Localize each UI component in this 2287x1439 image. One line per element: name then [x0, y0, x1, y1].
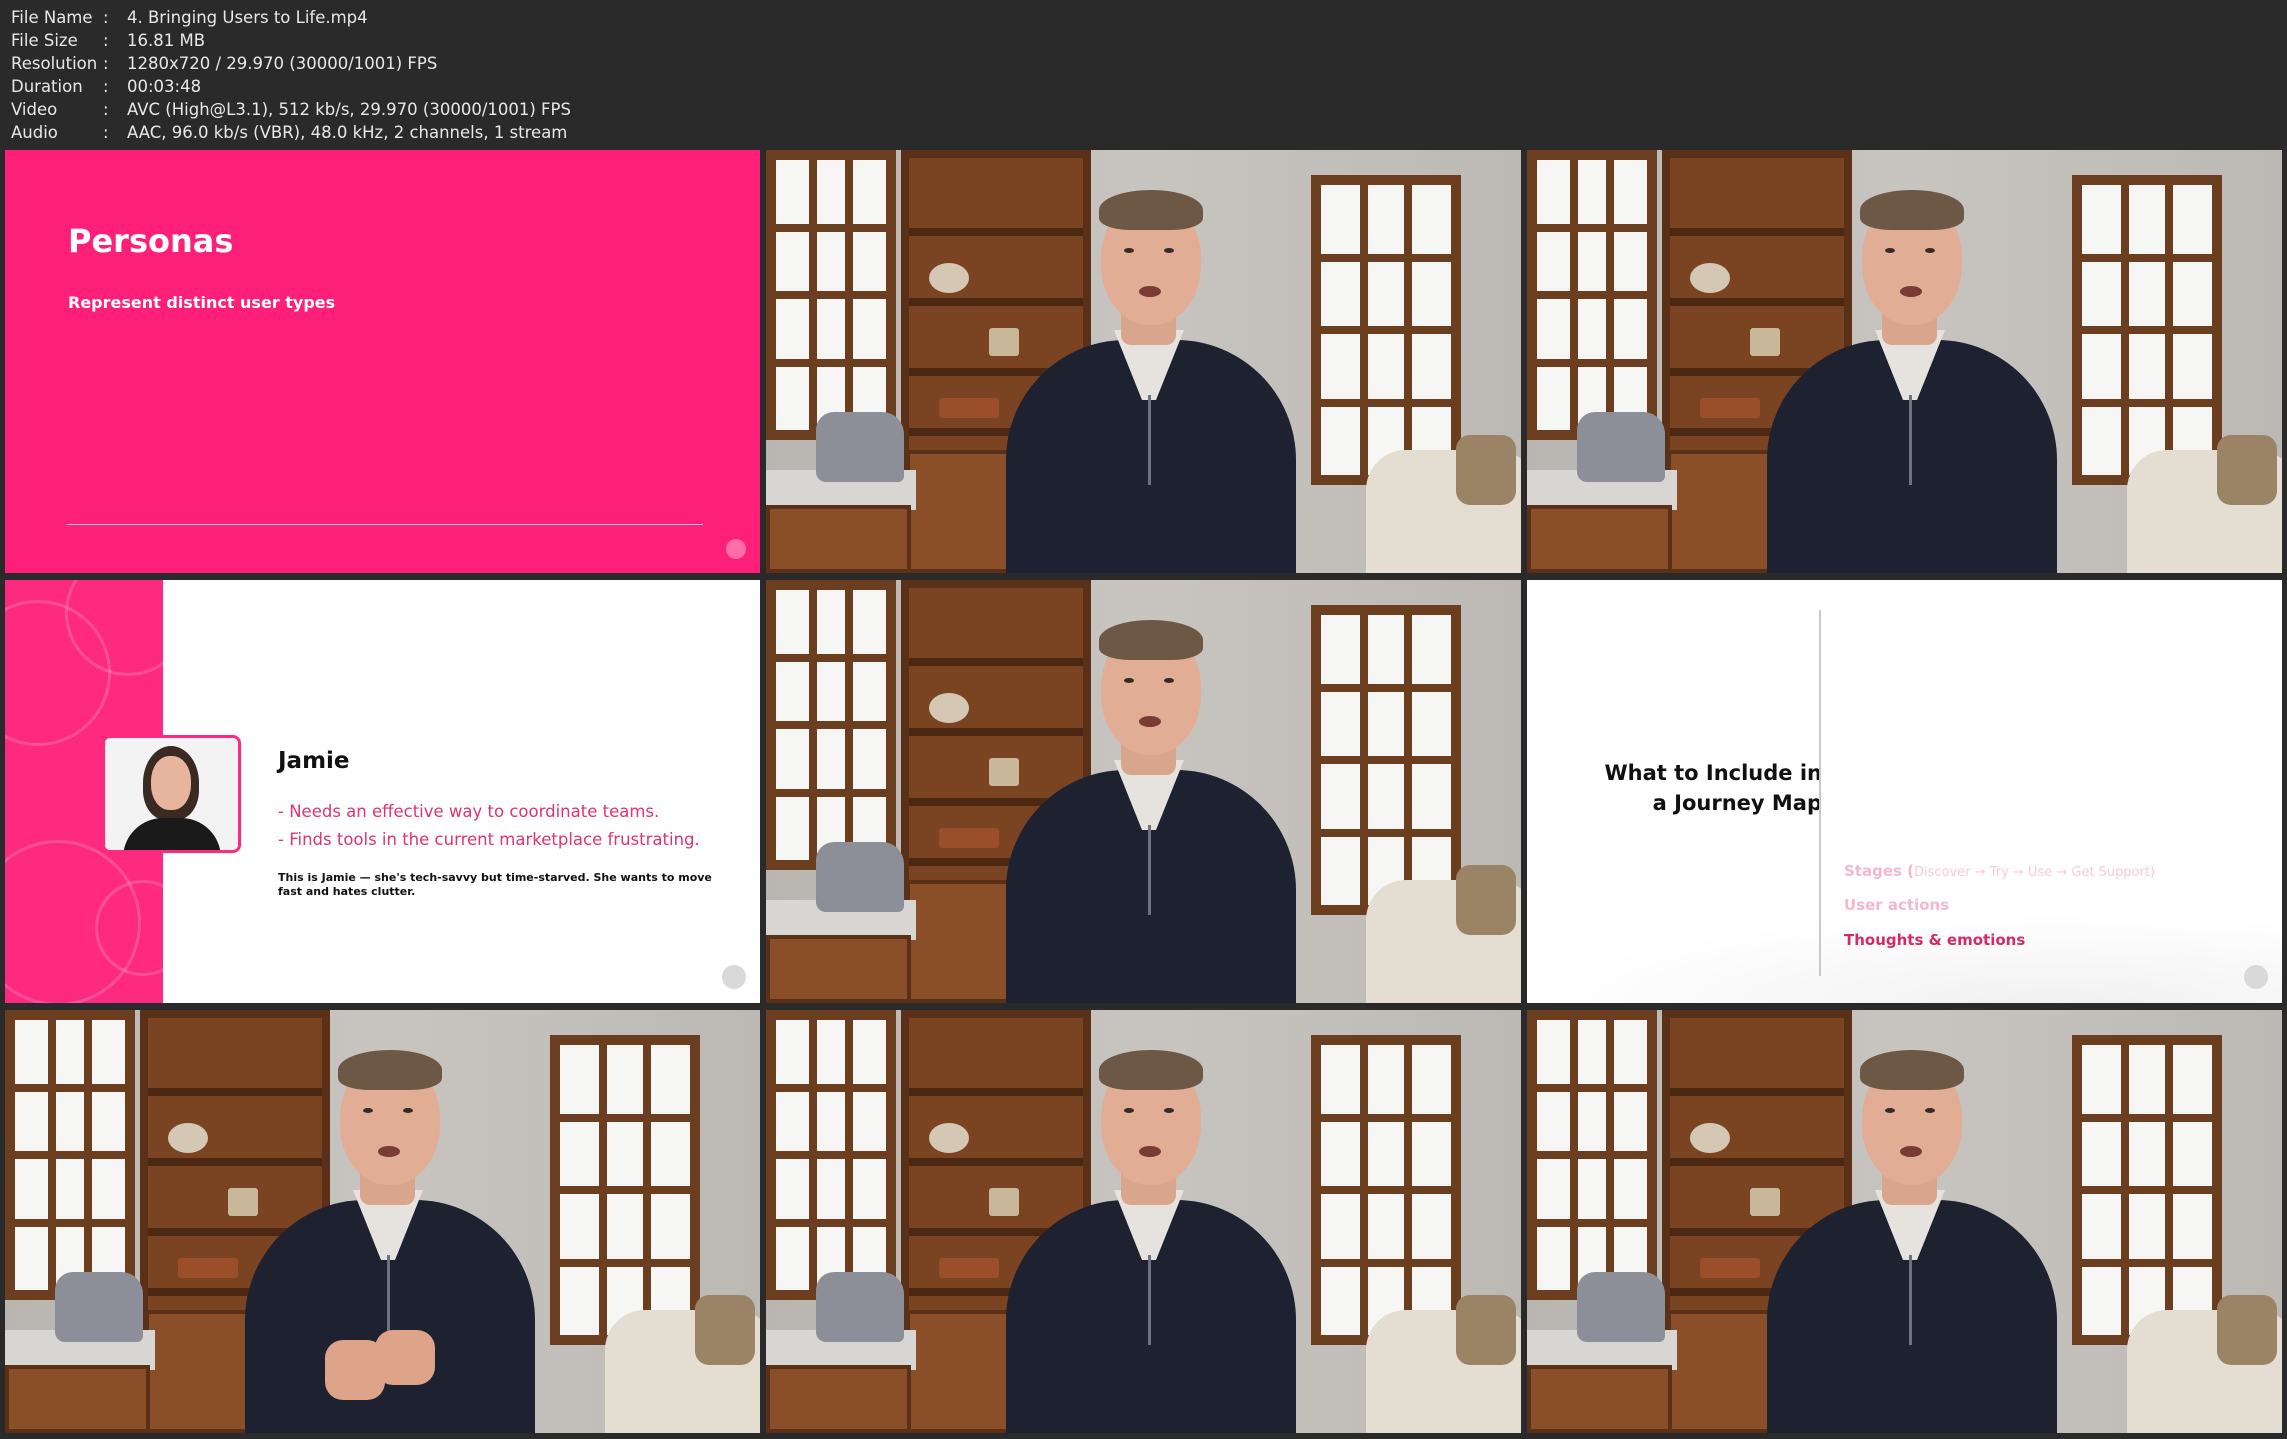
persona-description: This is Jamie — she's tech-savvy but tim… — [278, 871, 712, 898]
window — [1311, 175, 1461, 485]
window — [766, 580, 896, 870]
file-info-panel: File Name:4. Bringing Users to Life.mp4 … — [11, 6, 571, 144]
file-info-label: File Name — [11, 8, 93, 27]
presenter — [1757, 180, 2057, 573]
thumbnail-video-frame[interactable] — [766, 580, 1521, 1003]
logo-icon — [2244, 965, 2268, 989]
window — [1311, 605, 1461, 915]
file-info-value: AVC (High@L3.1), 512 kb/s, 29.970 (30000… — [127, 100, 571, 119]
video-scene — [1527, 150, 2282, 573]
slide-subtitle: Represent distinct user types — [68, 293, 336, 312]
window — [766, 1010, 896, 1300]
window — [1311, 1035, 1461, 1345]
file-info-value: 00:03:48 — [127, 77, 202, 96]
file-info-row: Resolution:1280x720 / 29.970 (30000/1001… — [11, 54, 438, 73]
thumbnail-video-frame[interactable] — [1527, 150, 2282, 573]
file-info-value: 16.81 MB — [127, 31, 206, 50]
file-info-value: 4. Bringing Users to Life.mp4 — [127, 8, 368, 27]
journey-item-actions: User actions — [1844, 896, 1950, 914]
file-info-row: File Size:16.81 MB — [11, 31, 206, 50]
file-info-label: Video — [11, 100, 58, 119]
file-info-label: Resolution — [11, 54, 98, 73]
pillow — [1577, 412, 1665, 482]
file-info-row: File Name:4. Bringing Users to Life.mp4 — [11, 8, 368, 27]
thumbnail-slide-personas[interactable]: Personas Represent distinct user types — [5, 150, 760, 573]
file-info-row: Audio: AAC, 96.0 kb/s (VBR), 48.0 kHz, 2 … — [11, 123, 568, 142]
pillow — [816, 412, 904, 482]
persona-point: - Finds tools in the current marketplace… — [278, 830, 700, 849]
video-scene — [766, 580, 1521, 1003]
window — [1527, 1010, 1657, 1300]
video-scene — [1527, 1010, 2282, 1433]
window — [2072, 1035, 2222, 1345]
logo-icon — [722, 965, 746, 989]
video-scene — [766, 150, 1521, 573]
thumbnail-video-frame[interactable] — [5, 1010, 760, 1433]
presenter — [996, 610, 1296, 1003]
window — [1527, 150, 1657, 440]
thumbnail-video-frame[interactable] — [766, 150, 1521, 573]
file-info-row: Duration:00:03:48 — [11, 77, 202, 96]
persona-name: Jamie — [278, 748, 350, 774]
journey-item-thoughts: Thoughts & emotions — [1844, 931, 2026, 949]
file-info-row: Video: AVC (High@L3.1), 512 kb/s, 29.970 … — [11, 100, 571, 119]
window — [550, 1035, 700, 1345]
file-info-label: File Size — [11, 31, 78, 50]
presenter — [996, 180, 1296, 573]
pillow — [1577, 1272, 1665, 1342]
slide-divider — [67, 524, 703, 525]
thumbnail-slide-journey-map[interactable]: What to Include in a Journey Map Stages … — [1527, 580, 2282, 1003]
persona-avatar — [102, 735, 241, 853]
window — [766, 150, 896, 440]
file-info-value: AAC, 96.0 kb/s (VBR), 48.0 kHz, 2 channe… — [127, 123, 568, 142]
file-info-label: Duration — [11, 77, 83, 96]
slide-title: Personas — [68, 222, 234, 260]
window — [2072, 175, 2222, 485]
logo-icon — [726, 539, 746, 559]
vertical-divider — [1819, 610, 1821, 976]
decorative-wave — [1527, 913, 2282, 1003]
presenter — [1757, 1040, 2057, 1433]
presenter — [996, 1040, 1296, 1433]
persona-point: - Needs an effective way to coordinate t… — [278, 802, 660, 821]
video-scene — [766, 1010, 1521, 1433]
pillow — [816, 1272, 904, 1342]
presenter — [235, 1040, 535, 1433]
journey-item-stages: Stages (Discover → Try → Use → Get Suppo… — [1844, 862, 2156, 880]
thumbnail-grid: Personas Represent distinct user types J… — [5, 150, 2283, 1435]
thumbnail-video-frame[interactable] — [766, 1010, 1521, 1433]
file-info-label: Audio — [11, 123, 58, 142]
window — [5, 1010, 135, 1300]
file-info-value: 1280x720 / 29.970 (30000/1001) FPS — [127, 54, 438, 73]
video-scene — [5, 1010, 760, 1433]
thumbnail-slide-jamie[interactable]: Jamie - Needs an effective way to coordi… — [5, 580, 760, 1003]
thumbnail-video-frame[interactable] — [1527, 1010, 2282, 1433]
slide-title: What to Include in a Journey Map — [1604, 761, 1822, 815]
pillow — [816, 842, 904, 912]
pillow — [55, 1272, 143, 1342]
